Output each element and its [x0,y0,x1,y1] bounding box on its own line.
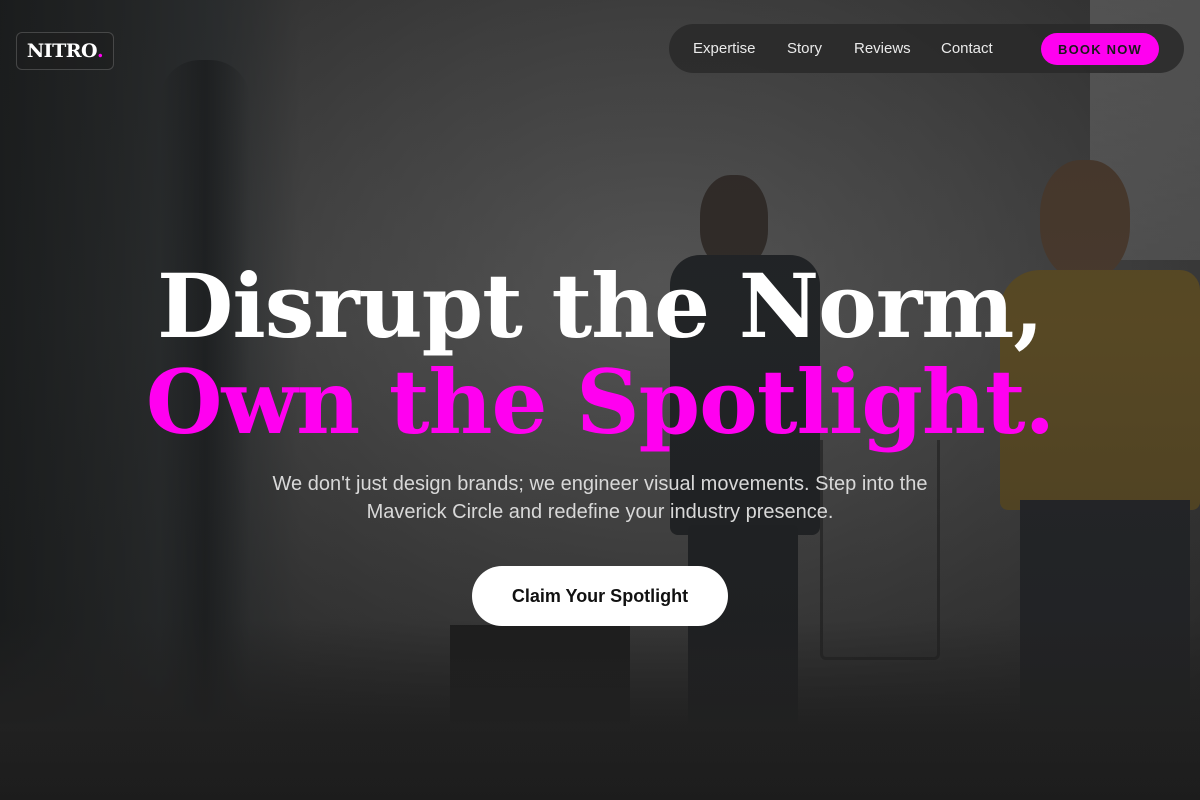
nav-item-expertise[interactable]: Expertise [693,24,756,73]
nav-item-story[interactable]: Story [787,24,822,73]
hero-headline-line2: Own the Spotlight. [145,350,1055,454]
claim-spotlight-button[interactable]: Claim Your Spotlight [472,566,728,626]
book-now-button[interactable]: BOOK NOW [1041,33,1159,65]
brand-dot: . [97,40,104,62]
hero-subtitle: We don't just design brands; we engineer… [272,473,928,523]
main-navigation: Expertise Story Reviews Contact BOOK NOW [669,24,1184,73]
nav-item-contact[interactable]: Contact [941,24,993,73]
brand-logo[interactable]: NITRO. [16,32,114,70]
nav-item-reviews[interactable]: Reviews [854,24,911,73]
hero-headline-line1: Disrupt the Norm, [157,254,1044,358]
brand-name: NITRO [26,40,98,62]
